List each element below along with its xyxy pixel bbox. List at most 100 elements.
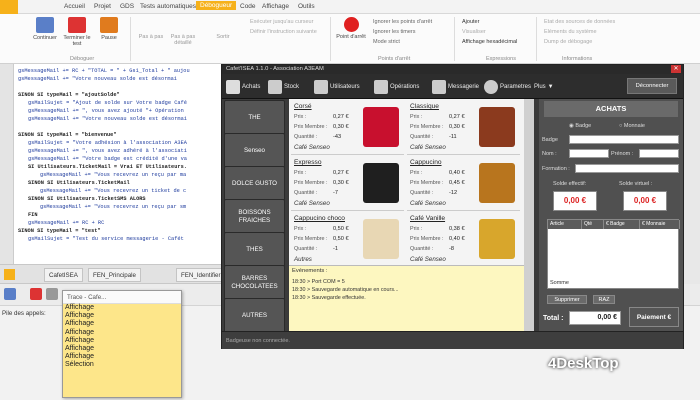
prenom-field[interactable]	[639, 149, 679, 158]
code-line: gsMailSujet = "Ajout de solde sur Votre …	[28, 100, 187, 106]
nom-field[interactable]	[569, 149, 609, 158]
pause-button[interactable]: Pause	[92, 17, 126, 41]
radio-badge[interactable]: ◉ Badge	[569, 123, 591, 129]
product-image	[363, 219, 399, 259]
stop-test-button[interactable]: Terminer le test	[60, 17, 94, 47]
product-scrollbar[interactable]	[524, 99, 534, 331]
ribbon-separator	[454, 17, 455, 61]
solde-effectif: 0,00 €	[553, 191, 597, 211]
code-editor[interactable]: gsMessageMail += RC + "TOTAL = " + Gs1_T…	[14, 64, 222, 264]
debug-dump[interactable]: Dump de débogage	[544, 39, 592, 45]
ribbon: Continuer Terminer le test Pause Débogue…	[0, 14, 700, 64]
disconnect-button[interactable]: Déconnecter	[627, 78, 677, 94]
set-next-statement[interactable]: Définir l'instruction suivante	[250, 29, 317, 35]
product-price: 0,40 €	[449, 170, 465, 176]
group-bp-label: Points d'arrêt	[378, 56, 411, 62]
achats-panel: ACHATS ◉ Badge ○ Monnaie Badge Nom : Pré…	[539, 99, 683, 331]
breakpoint-button[interactable]: Point d'arrêt	[334, 17, 368, 40]
trace-window[interactable]: Trace - Cafe... Affichage Affichage Affi…	[62, 290, 182, 398]
tab-fen-principale[interactable]: FEN_Principale	[88, 268, 141, 282]
gear-icon	[484, 79, 498, 94]
hex-display-toggle[interactable]: Affichage hexadécimal	[462, 39, 517, 45]
solde-effectif-label: Solde effectif:	[553, 181, 587, 187]
paiement-button[interactable]: Paiement €	[629, 307, 679, 327]
product-card[interactable]: Corsé Prix : 0,27 € Prix Membre : 0,30 € Q…	[291, 101, 404, 155]
product-card[interactable]: Expresso Prix : 0,27 € Prix Membre : 0,30 …	[291, 157, 404, 211]
nav-operations[interactable]: Opérations	[374, 77, 419, 96]
menu-tab-code[interactable]: Code	[240, 3, 256, 10]
category-the[interactable]: THE	[224, 100, 285, 135]
nav-stock[interactable]: Stock	[268, 77, 299, 96]
view-expression-button[interactable]: Visualiser	[462, 29, 486, 35]
datasource-state[interactable]: Etat des sources de données	[544, 19, 615, 25]
menu-tab-projet[interactable]: Projet	[94, 3, 111, 10]
events-panel: Evénements : 18:30 > Port COM = 5 18:30 …	[289, 265, 524, 331]
qty-label: Quantité :	[410, 190, 434, 196]
nav-plus[interactable]: Plus ▼	[534, 77, 554, 96]
menu-tab-affichage[interactable]: Affichage	[262, 3, 289, 10]
nav-utilisateurs[interactable]: Utilisateurs	[314, 77, 360, 96]
formation-field[interactable]	[575, 164, 679, 173]
code-line: gsMessageMail += ", vous avez ajouté "+ …	[28, 108, 184, 114]
code-line: SINON SI typeMail = "bienvenue"	[18, 132, 117, 138]
menu-bar: Accueil Projet GDS Tests automatiques Dé…	[0, 0, 700, 14]
code-line: SINON SI Utilisateurs.TicketSMS ALORS	[28, 196, 146, 202]
menu-tab-accueil[interactable]: Accueil	[64, 3, 85, 10]
step-out-button[interactable]: Sortir	[206, 34, 240, 40]
tab-cafetisea[interactable]: CafetISEA	[44, 268, 83, 282]
cafetisea-window: Cafet'ISEA 1.1.0 - Association A3EAM ✕ A…	[221, 64, 684, 349]
operations-icon	[374, 79, 388, 94]
menu-tab-debogueur[interactable]: Débogueur	[196, 1, 237, 10]
product-card[interactable]: Café Vanille Prix : 0,38 € Prix Membre : 0…	[407, 213, 520, 267]
product-card[interactable]: Cappucino Prix : 0,40 € Prix Membre : 0,45…	[407, 157, 520, 211]
step-into-button[interactable]: Pas à pas détaillé	[166, 34, 200, 46]
member-price-label: Prix Membre :	[294, 236, 328, 242]
truck-icon	[268, 79, 282, 94]
radio-monnaie[interactable]: ○ Monnaie	[619, 123, 645, 129]
product-card[interactable]: Cappucino choco Prix : 0,50 € Prix Membre…	[291, 213, 404, 267]
app-menu-button[interactable]	[0, 0, 18, 14]
price-label: Prix :	[294, 226, 307, 232]
left-toolbar	[0, 64, 14, 264]
menu-tab-gds[interactable]: GDS	[120, 3, 134, 10]
menu-tab-outils[interactable]: Outils	[298, 3, 315, 10]
nav-achats[interactable]: Achats	[226, 77, 260, 96]
product-brand: Café Senseo	[410, 144, 446, 151]
product-member-price: 0,30 €	[449, 124, 465, 130]
menu-tab-tests[interactable]: Tests automatiques	[140, 3, 196, 10]
app-status: Badgeuse non connectée.	[222, 331, 683, 349]
category-thes[interactable]: THES	[224, 232, 285, 267]
category-barres[interactable]: BARRES CHOCOLATEES	[224, 265, 285, 300]
col-article: Article	[548, 220, 582, 229]
category-boissons-fraiches[interactable]: BOISSONS FRAICHES	[224, 199, 285, 234]
badge-field[interactable]	[569, 135, 679, 144]
price-label: Prix :	[410, 226, 423, 232]
category-senseo[interactable]: Senseo	[224, 133, 285, 168]
product-card[interactable]: Classique Prix : 0,27 € Prix Membre : 0,30…	[407, 101, 520, 155]
run-to-cursor[interactable]: Exécuter jusqu'au curseur	[250, 19, 313, 25]
category-autres[interactable]: AUTRES	[224, 298, 285, 333]
supprimer-button[interactable]: Supprimer	[547, 295, 587, 304]
call-stack-label: Pile des appels:	[2, 310, 46, 317]
step-into-icon[interactable]	[46, 288, 58, 300]
nav-messagerie[interactable]: Messagerie	[432, 77, 479, 96]
product-name: Cappucino choco	[294, 215, 345, 222]
stop-icon[interactable]	[30, 288, 42, 300]
project-icon	[4, 269, 15, 280]
code-line: SINON SI typeMail = "test"	[18, 228, 101, 234]
add-expression-button[interactable]: Ajouter	[462, 19, 479, 25]
step-icon[interactable]	[4, 288, 16, 300]
play-icon	[36, 17, 54, 33]
strict-mode-checkbox[interactable]: Mode strict	[373, 39, 400, 45]
ignore-breakpoints-checkbox[interactable]: Ignorer les points d'arrêt	[373, 19, 432, 25]
group-expr-label: Expressions	[486, 56, 516, 62]
raz-button[interactable]: RAZ	[593, 295, 615, 304]
ignore-timers-checkbox[interactable]: Ignorer les timers	[373, 29, 416, 35]
close-icon[interactable]: ✕	[671, 65, 681, 73]
nav-parametres[interactable]: Parametres	[484, 77, 531, 96]
step-button[interactable]: Pas à pas	[134, 34, 168, 40]
continue-button[interactable]: Continuer	[28, 17, 62, 41]
category-dolce-gusto[interactable]: DOLCE GUSTO	[224, 166, 285, 201]
system-elements[interactable]: Eléments du système	[544, 29, 597, 35]
purchase-table[interactable]: Article Qté € Badge € Monnaie Somme	[547, 219, 680, 289]
